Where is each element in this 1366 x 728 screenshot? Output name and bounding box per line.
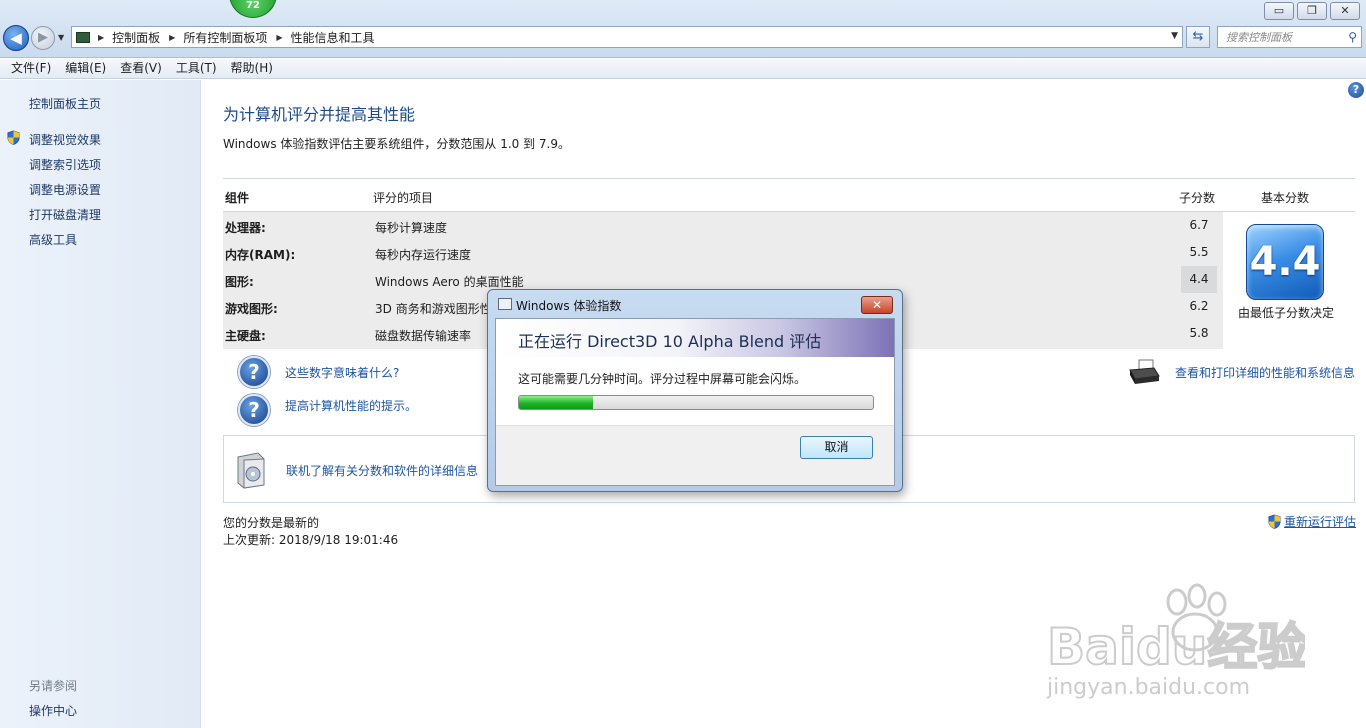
row-subscore: 5.8 [1189,326,1209,340]
breadcrumb-performance[interactable]: 性能信息和工具 [291,29,375,46]
table-header: 组件 评分的项目 子分数 基本分数 [223,179,1355,212]
status-last-update: 上次更新: 2018/9/18 19:01:46 [223,533,399,547]
watermark-url-text: jingyan.baidu.com [1046,675,1250,700]
dialog-message: 这可能需要几分钟时间。评分过程中屏幕可能会闪烁。 [518,372,807,386]
link-view-print-details[interactable]: 查看和打印详细的性能和系统信息 [1175,364,1355,381]
search-input[interactable]: 搜索控制面板 ⚲ [1217,26,1362,48]
chevron-right-icon[interactable]: ▶ [276,33,282,42]
column-header-component: 组件 [225,191,250,205]
recent-pages-dropdown[interactable]: ▼ [58,33,64,42]
table-row: 内存(RAM): 每秒内存运行速度 5.5 [223,239,1218,266]
chevron-right-icon[interactable]: ▶ [98,33,104,42]
row-rated-item: 每秒计算速度 [375,221,448,235]
breadcrumb-all-items[interactable]: 所有控制面板项 [183,29,267,46]
back-button[interactable]: ◀ [3,25,29,51]
chevron-right-icon[interactable]: ▶ [169,33,175,42]
address-dropdown-icon[interactable]: ▼ [1171,31,1178,41]
column-header-base-score: 基本分数 [1261,191,1310,205]
row-component: 图形: [225,275,254,289]
page-title: 为计算机评分并提高其性能 [223,105,416,124]
printer-icon [1129,359,1160,384]
question-icon: ? [238,356,270,388]
dialog-heading: 正在运行 Direct3D 10 Alpha Blend 评估 [518,332,822,351]
dialog-close-button[interactable]: ✕ [861,296,893,314]
uac-shield-icon [1268,514,1281,529]
refresh-button[interactable]: ⇆ [1186,26,1210,48]
menu-view[interactable]: 查看(V) [113,59,169,78]
rerun-assessment-button[interactable]: 重新运行评估 [1267,513,1356,530]
menu-tools[interactable]: 工具(T) [169,59,224,78]
see-also-heading: 另请参阅 [29,679,78,693]
menu-bar: 文件(F) 编辑(E) 查看(V) 工具(T) 帮助(H) [0,59,1366,79]
dialog-footer: 取消 [496,425,894,485]
control-panel-icon [76,31,90,43]
link-what-numbers-mean[interactable]: 这些数字意味着什么? [285,364,399,381]
row-subscore-lowest: 4.4 [1181,266,1217,293]
sidebar-link-disk-cleanup[interactable]: 打开磁盘清理 [29,206,101,223]
minimize-button[interactable]: ▭ [1264,2,1294,20]
base-score-badge: 4.4 [1246,224,1324,300]
progress-fill [519,396,594,409]
address-bar[interactable]: ▶ 控制面板 ▶ 所有控制面板项 ▶ 性能信息和工具 ▼ [71,26,1183,48]
row-subscore: 6.7 [1189,218,1209,232]
column-header-rated-item: 评分的项目 [373,191,434,205]
status-up-to-date: 您的分数是最新的 [223,516,320,530]
base-score-caption: 由最低子分数决定 [1237,306,1334,320]
row-rated-item: Windows Aero 的桌面性能 [375,275,524,289]
menu-help[interactable]: 帮助(H) [224,59,280,78]
sidebar-link-visual-effects[interactable]: 调整视觉效果 [29,131,101,148]
sidebar-link-action-center[interactable]: 操作中心 [29,702,77,719]
uac-shield-icon [7,130,20,145]
menu-file[interactable]: 文件(F) [4,59,58,78]
rerun-assessment-link[interactable]: 重新运行评估 [1284,513,1356,530]
experience-index-dialog: Windows 体验指数 ✕ 正在运行 Direct3D 10 Alpha Bl… [487,289,903,492]
arrow-left-icon: ◀ [10,29,22,47]
row-rated-item: 每秒内存运行速度 [375,248,472,262]
close-button[interactable]: ✕ [1330,2,1360,20]
menu-edit[interactable]: 编辑(E) [58,59,113,78]
breadcrumb-control-panel[interactable]: 控制面板 [112,29,160,46]
maximize-button[interactable]: ❐ [1297,2,1327,20]
column-header-subscore: 子分数 [1179,191,1216,205]
row-subscore: 5.5 [1189,245,1209,259]
forward-button[interactable]: ▶ [31,26,55,50]
search-placeholder: 搜索控制面板 [1226,31,1292,44]
row-rated-item: 3D 商务和游戏图形性 [375,302,492,316]
dialog-banner: 正在运行 Direct3D 10 Alpha Blend 评估 [496,319,894,357]
row-subscore: 6.2 [1189,299,1209,313]
base-score-panel: 4.4 由最低子分数决定 [1223,212,1355,349]
sidebar-link-indexing[interactable]: 调整索引选项 [29,156,101,173]
watermark-brand-text: Baidu经验 [1047,618,1305,676]
title-bar: 72 ▭ ❐ ✕ ◀ ▶ ▼ ▶ 控制面板 ▶ 所有控制面板项 ▶ 性能信息和工… [0,0,1366,58]
notification-badge: 72 [229,0,277,18]
sidebar-link-advanced-tools[interactable]: 高级工具 [29,231,77,248]
question-icon: ? [238,394,270,426]
sidebar: 控制面板主页 调整视觉效果 调整索引选项 调整电源设置 打开磁盘清理 高级工具 … [0,80,201,728]
table-row: 处理器: 每秒计算速度 6.7 [223,212,1218,239]
sidebar-link-home[interactable]: 控制面板主页 [29,95,101,112]
page-description: Windows 体验指数评估主要系统组件，分数范围从 1.0 到 7.9。 [223,137,570,151]
window-controls: ▭ ❐ ✕ [1264,2,1360,20]
software-box-icon [237,452,265,489]
search-icon[interactable]: ⚲ [1348,30,1357,44]
dialog-app-icon [498,298,512,310]
row-rated-item: 磁盘数据传输速率 [375,329,472,343]
sidebar-link-power[interactable]: 调整电源设置 [29,181,101,198]
arrow-right-icon: ▶ [38,30,48,45]
dialog-title: Windows 体验指数 [516,299,622,313]
row-component: 处理器: [225,221,266,235]
refresh-icon: ⇆ [1192,29,1204,44]
link-online-score-info[interactable]: 联机了解有关分数和软件的详细信息 [286,462,478,479]
baidu-watermark-logo: Baidu经验 jingyan.baidu.com [1046,583,1305,700]
row-component: 主硬盘: [225,329,266,343]
row-component: 游戏图形: [225,302,278,316]
dialog-body: 正在运行 Direct3D 10 Alpha Blend 评估 这可能需要几分钟… [495,318,895,486]
assessment-progress-bar [518,395,874,410]
cancel-button[interactable]: 取消 [800,436,873,459]
help-icon[interactable]: ? [1348,82,1364,98]
link-performance-tips[interactable]: 提高计算机性能的提示。 [285,397,417,414]
row-component: 内存(RAM): [225,248,296,262]
